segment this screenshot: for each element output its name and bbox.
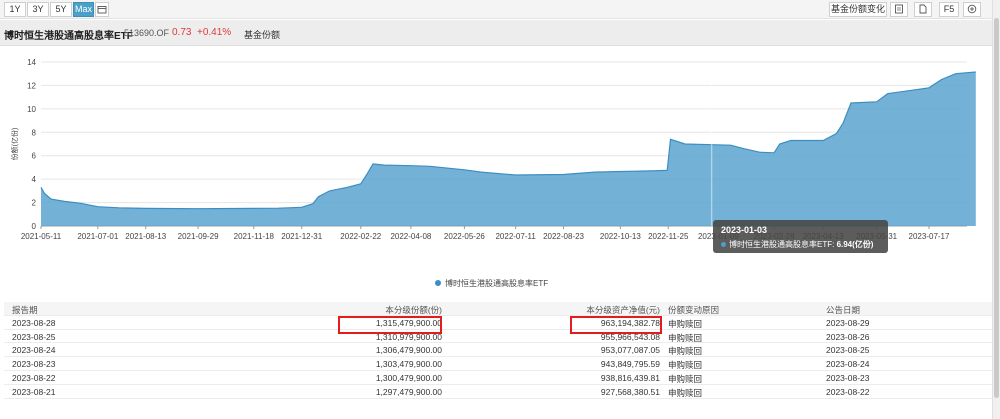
table-row[interactable]: 2023-08-28 1,315,479,900.00 963,194,382.78… <box>4 316 992 330</box>
y-tick-label: 4 <box>32 175 37 184</box>
table-row[interactable]: 2023-08-22 1,300,479,900.00 938,816,439.81… <box>4 371 992 385</box>
fund-code: 513690.OF <box>124 28 170 38</box>
publish-date-cell: 2023-08-23 <box>826 372 870 383</box>
y-tick-label: 8 <box>32 128 37 137</box>
reason-cell: 申购赎回 <box>668 360 703 371</box>
toolbar: 1Y 3Y 5Y Max 基金份额变化 F5 <box>0 0 992 19</box>
refresh-button[interactable]: F5 <box>939 2 959 17</box>
scrollbar[interactable] <box>992 0 1000 419</box>
fund-title-bar: 博时恒生港股通高股息率ETF 513690.OF 0.73 +0.41% 基金份… <box>0 20 992 46</box>
nav-cell: 927,568,380.51 <box>600 386 660 397</box>
x-tick-label: 2021-11-18 <box>234 232 275 241</box>
x-tick-label: 2021-09-29 <box>178 232 219 241</box>
tooltip-series-name: 博时恒生港股通高股息率ETF <box>729 240 833 249</box>
y-axis: 0 2 4 6 8 10 12 14 <box>27 58 36 231</box>
highlight-nav-box <box>570 316 662 334</box>
nav-cell: 943,849,795.59 <box>600 359 660 370</box>
reason-cell: 申购赎回 <box>668 318 703 329</box>
y-tick-label: 6 <box>32 152 37 161</box>
y-tick-label: 12 <box>27 81 36 90</box>
calendar-icon[interactable] <box>95 2 109 17</box>
chart-tooltip: 2023-01-03 博时恒生港股通高股息率ETF: 6.94(亿份) <box>713 220 888 253</box>
publish-date-cell: 2023-08-25 <box>826 345 870 356</box>
fund-name: 博时恒生港股通高股息率ETF <box>4 31 133 42</box>
table-row[interactable]: 2023-08-21 1,297,479,900.00 927,568,380.51… <box>4 385 992 399</box>
report-date-cell: 2023-08-23 <box>12 359 56 370</box>
header-nav[interactable]: 本分级资产净值(元) <box>586 304 660 316</box>
legend-dot-icon <box>435 280 441 286</box>
add-icon[interactable] <box>963 2 981 17</box>
x-tick-label: 2023-07-17 <box>909 232 950 241</box>
nav-cell: 953,077,087.05 <box>600 345 660 356</box>
publish-date-cell: 2023-08-26 <box>826 331 870 342</box>
x-tick-label: 2022-10-13 <box>600 232 641 241</box>
reason-cell: 申购赎回 <box>668 373 703 384</box>
x-tick-label: 2021-12-31 <box>281 232 322 241</box>
table-row[interactable]: 2023-08-24 1,306,479,900.00 953,077,087.05… <box>4 343 992 358</box>
document-icon[interactable] <box>914 2 932 17</box>
tooltip-value: 6.94(亿份) <box>836 240 874 249</box>
header-reason[interactable]: 份额变动原因 <box>668 304 719 316</box>
report-date-cell: 2023-08-21 <box>12 386 56 397</box>
range-1y-button[interactable]: 1Y <box>4 2 26 17</box>
fund-metric-label: 基金份额 <box>244 30 281 40</box>
range-3y-button[interactable]: 3Y <box>27 2 49 17</box>
x-tick-label: 2022-05-26 <box>444 232 485 241</box>
y-tick-label: 2 <box>32 199 37 208</box>
publish-date-cell: 2023-08-29 <box>826 317 870 328</box>
y-tick-label: 0 <box>32 222 37 231</box>
series-dot-icon <box>721 242 726 248</box>
y-tick-label: 10 <box>27 105 36 114</box>
shares-cell: 1,306,479,900.00 <box>375 345 442 356</box>
export-excel-icon[interactable] <box>890 2 908 17</box>
x-tick-label: 2022-11-25 <box>648 232 689 241</box>
legend-label[interactable]: 博时恒生港股通高股息率ETF <box>445 278 548 288</box>
tooltip-line: 博时恒生港股通高股息率ETF: 6.94(亿份) <box>721 239 873 250</box>
x-tick-label: 2022-07-11 <box>495 232 536 241</box>
y-axis-label: 份额(亿份) <box>10 128 19 161</box>
shares-cell: 1,303,479,900.00 <box>375 359 442 370</box>
y-tick-label: 14 <box>27 58 36 67</box>
legend[interactable]: 博时恒生港股通高股息率ETF <box>435 278 548 288</box>
table-header: 报告期 本分级份额(份) 本分级资产净值(元) 份额变动原因 公告日期 <box>4 302 992 316</box>
range-max-button[interactable]: Max <box>73 2 94 17</box>
share-chart[interactable]: 0 2 4 6 8 10 12 14 2021-05-11 2021-07-01 2021-08-… <box>0 47 992 297</box>
tooltip-date: 2023-01-03 <box>721 225 768 235</box>
x-tick-label: 2022-08-23 <box>543 232 584 241</box>
shares-cell: 1,300,479,900.00 <box>375 372 442 383</box>
table-row[interactable]: 2023-08-23 1,303,479,900.00 943,849,795.59… <box>4 357 992 371</box>
publish-date-cell: 2023-08-22 <box>826 386 870 397</box>
x-tick-label: 2022-02-22 <box>340 232 381 241</box>
x-tick-label: 2021-05-11 <box>21 232 62 241</box>
x-tick-label: 2022-04-08 <box>390 232 431 241</box>
header-report-date[interactable]: 报告期 <box>12 304 38 316</box>
reason-cell: 申购赎回 <box>668 387 703 398</box>
report-date-cell: 2023-08-28 <box>12 317 56 328</box>
report-date-cell: 2023-08-24 <box>12 345 56 356</box>
x-tick-label: 2021-08-13 <box>125 232 166 241</box>
header-publish-date[interactable]: 公告日期 <box>826 304 860 316</box>
publish-date-cell: 2023-08-24 <box>826 359 870 370</box>
highlight-shares-box <box>338 316 442 334</box>
share-change-button[interactable]: 基金份额变化 <box>829 2 887 17</box>
fund-change: +0.41% <box>197 27 232 38</box>
report-date-cell: 2023-08-25 <box>12 331 56 342</box>
shares-cell: 1,297,479,900.00 <box>375 386 442 397</box>
nav-cell: 938,816,439.81 <box>600 372 660 383</box>
header-shares[interactable]: 本分级份额(份) <box>385 304 442 316</box>
fund-price: 0.73 <box>172 27 192 38</box>
reason-cell: 申购赎回 <box>668 332 703 343</box>
range-5y-button[interactable]: 5Y <box>50 2 72 17</box>
share-table: 报告期 本分级份额(份) 本分级资产净值(元) 份额变动原因 公告日期 2023… <box>4 302 992 399</box>
reason-cell: 申购赎回 <box>668 346 703 357</box>
report-date-cell: 2023-08-22 <box>12 372 56 383</box>
scroll-thumb[interactable] <box>994 18 999 398</box>
table-row[interactable]: 2023-08-25 1,310,979,900.00 955,966,543.08… <box>4 330 992 344</box>
x-tick-label: 2021-07-01 <box>77 232 118 241</box>
